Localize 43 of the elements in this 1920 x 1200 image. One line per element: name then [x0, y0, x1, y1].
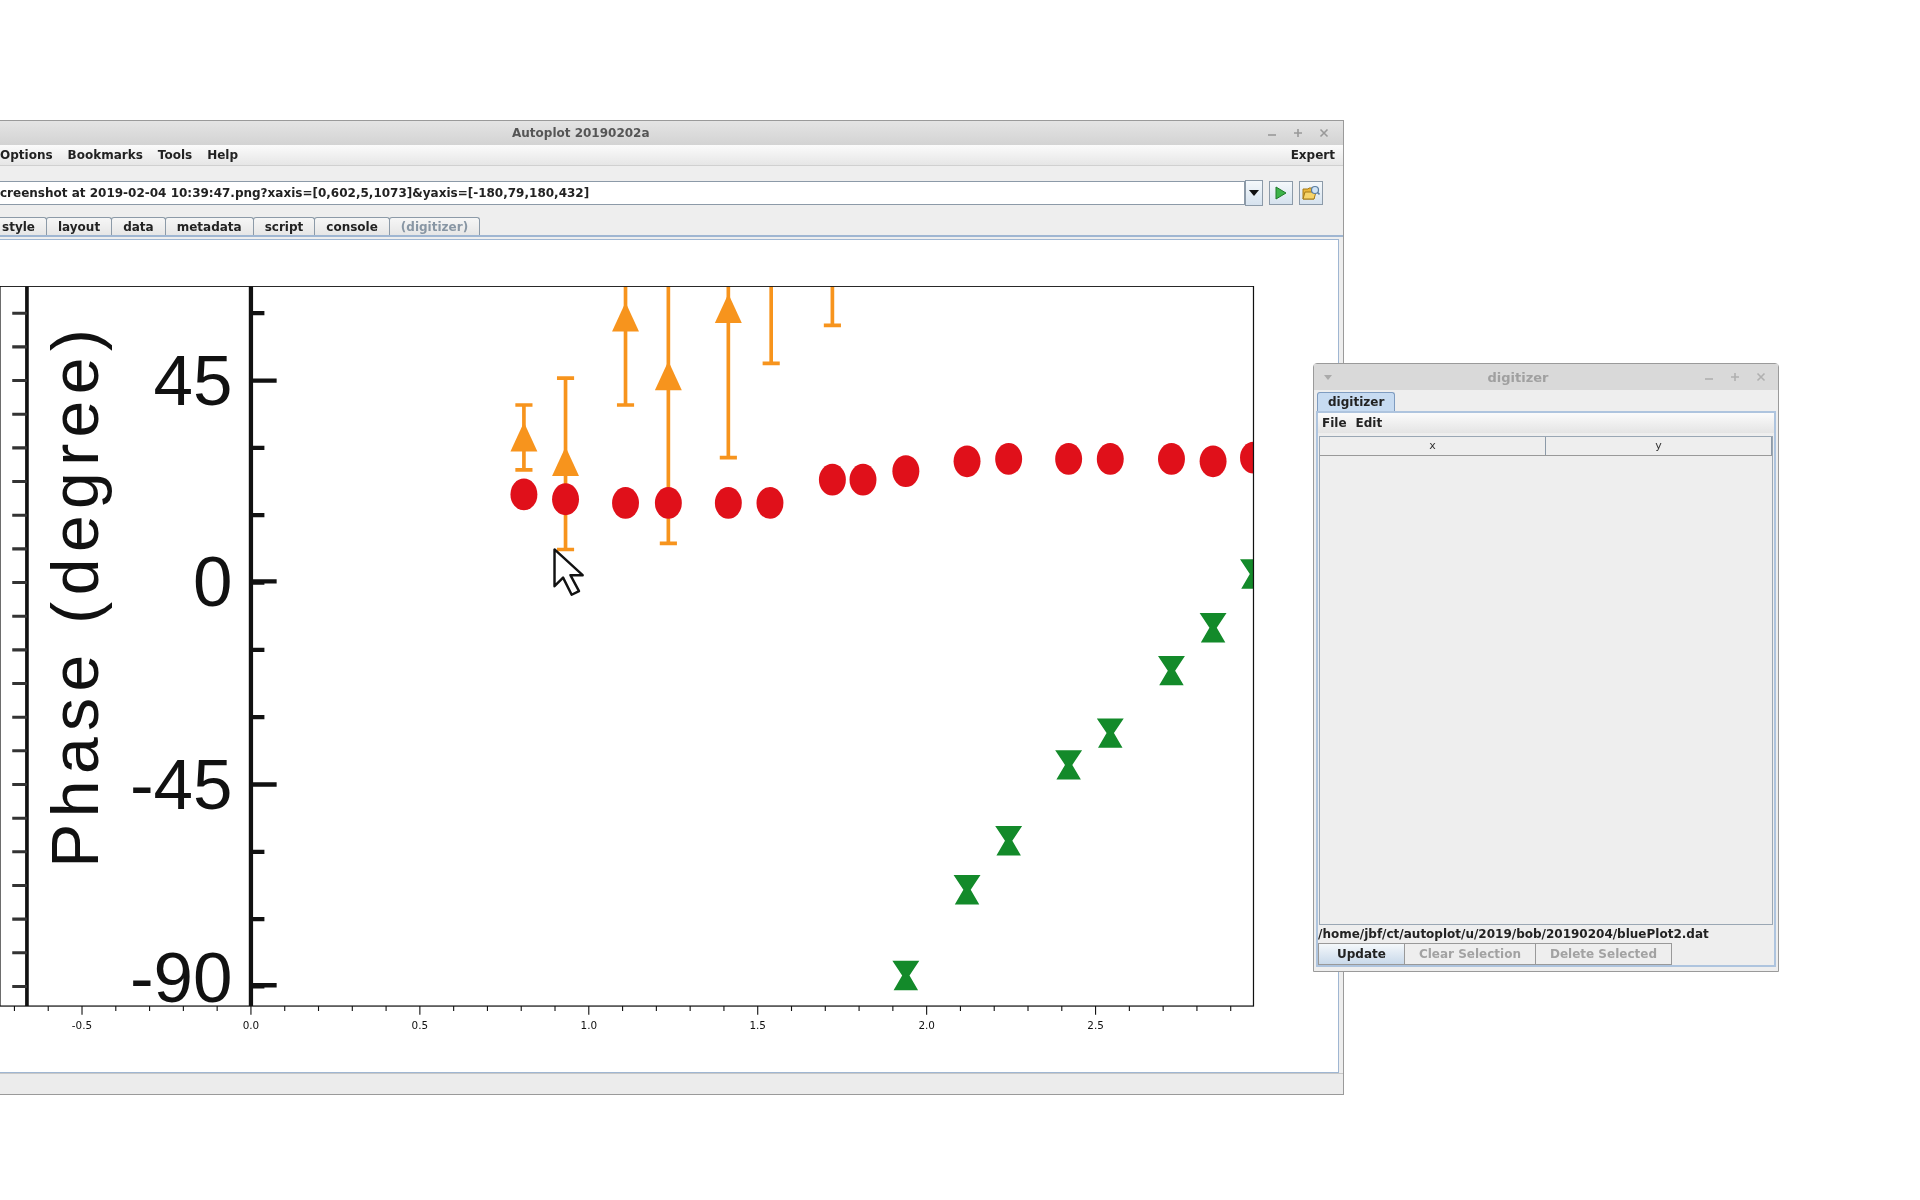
tick-label: -45: [129, 745, 233, 824]
maximize-icon[interactable]: [1293, 128, 1303, 138]
tick-label: 1.0: [580, 1019, 598, 1032]
tab[interactable]: data: [111, 217, 166, 235]
tick-label: 2.5: [1087, 1019, 1104, 1032]
tab[interactable]: console: [314, 217, 390, 235]
tick-label: 0.5: [411, 1019, 429, 1032]
tab[interactable]: layout: [45, 217, 113, 235]
dropdown-button[interactable]: [1245, 180, 1263, 206]
caret-icon: [1249, 190, 1259, 196]
url-field[interactable]: creenshot at 2019-02-04 10:39:47.png?xaxis=[0,602,5,1073]&yaxis=[-180,79,180,432]: [0, 181, 1245, 205]
file-path: /home/jbf/ct/autoplot/u/2019/bob/20190204/bluePlot2.dat: [1318, 927, 1709, 941]
window-title: digitizer: [1486, 369, 1550, 385]
tab[interactable]: metadata: [164, 217, 254, 235]
tick-label: 0.0: [242, 1019, 260, 1032]
tab[interactable]: style: [0, 217, 47, 235]
tick-label: 2.0: [918, 1019, 935, 1032]
menu-icon[interactable]: [1324, 374, 1332, 380]
menu-item[interactable]: Expert: [1290, 148, 1335, 162]
axis-label: Phase (degree): [37, 329, 112, 868]
close-icon[interactable]: [1319, 128, 1329, 138]
window-title: Autoplot 20190202a: [511, 126, 651, 140]
play-button[interactable]: [1269, 181, 1293, 205]
maximize-icon[interactable]: [1730, 372, 1740, 382]
folder-magnifier-icon: [1302, 185, 1320, 201]
tab[interactable]: digitizer: [1317, 392, 1396, 411]
menu-item[interactable]: Help: [207, 148, 247, 162]
menu-item[interactable]: File: [1322, 416, 1347, 430]
tick-label: -90: [129, 938, 233, 1007]
menu-item[interactable]: Tools: [157, 148, 201, 162]
play-icon: [1275, 186, 1287, 200]
menu-item[interactable]: Bookmarks: [67, 148, 151, 162]
tick-label: 45: [153, 341, 233, 420]
tick-label: -0.5: [71, 1019, 93, 1032]
tick-label: 0: [193, 541, 233, 621]
tick-label: 1.5: [749, 1019, 766, 1032]
menu-item[interactable]: Options: [0, 148, 61, 162]
cursor-icon: [553, 548, 584, 596]
tab[interactable]: script: [252, 217, 316, 235]
browse-button[interactable]: [1299, 181, 1323, 205]
close-icon[interactable]: [1756, 372, 1766, 382]
menu-item[interactable]: Edit: [1355, 416, 1383, 430]
action-button[interactable]: Update: [1318, 943, 1405, 965]
